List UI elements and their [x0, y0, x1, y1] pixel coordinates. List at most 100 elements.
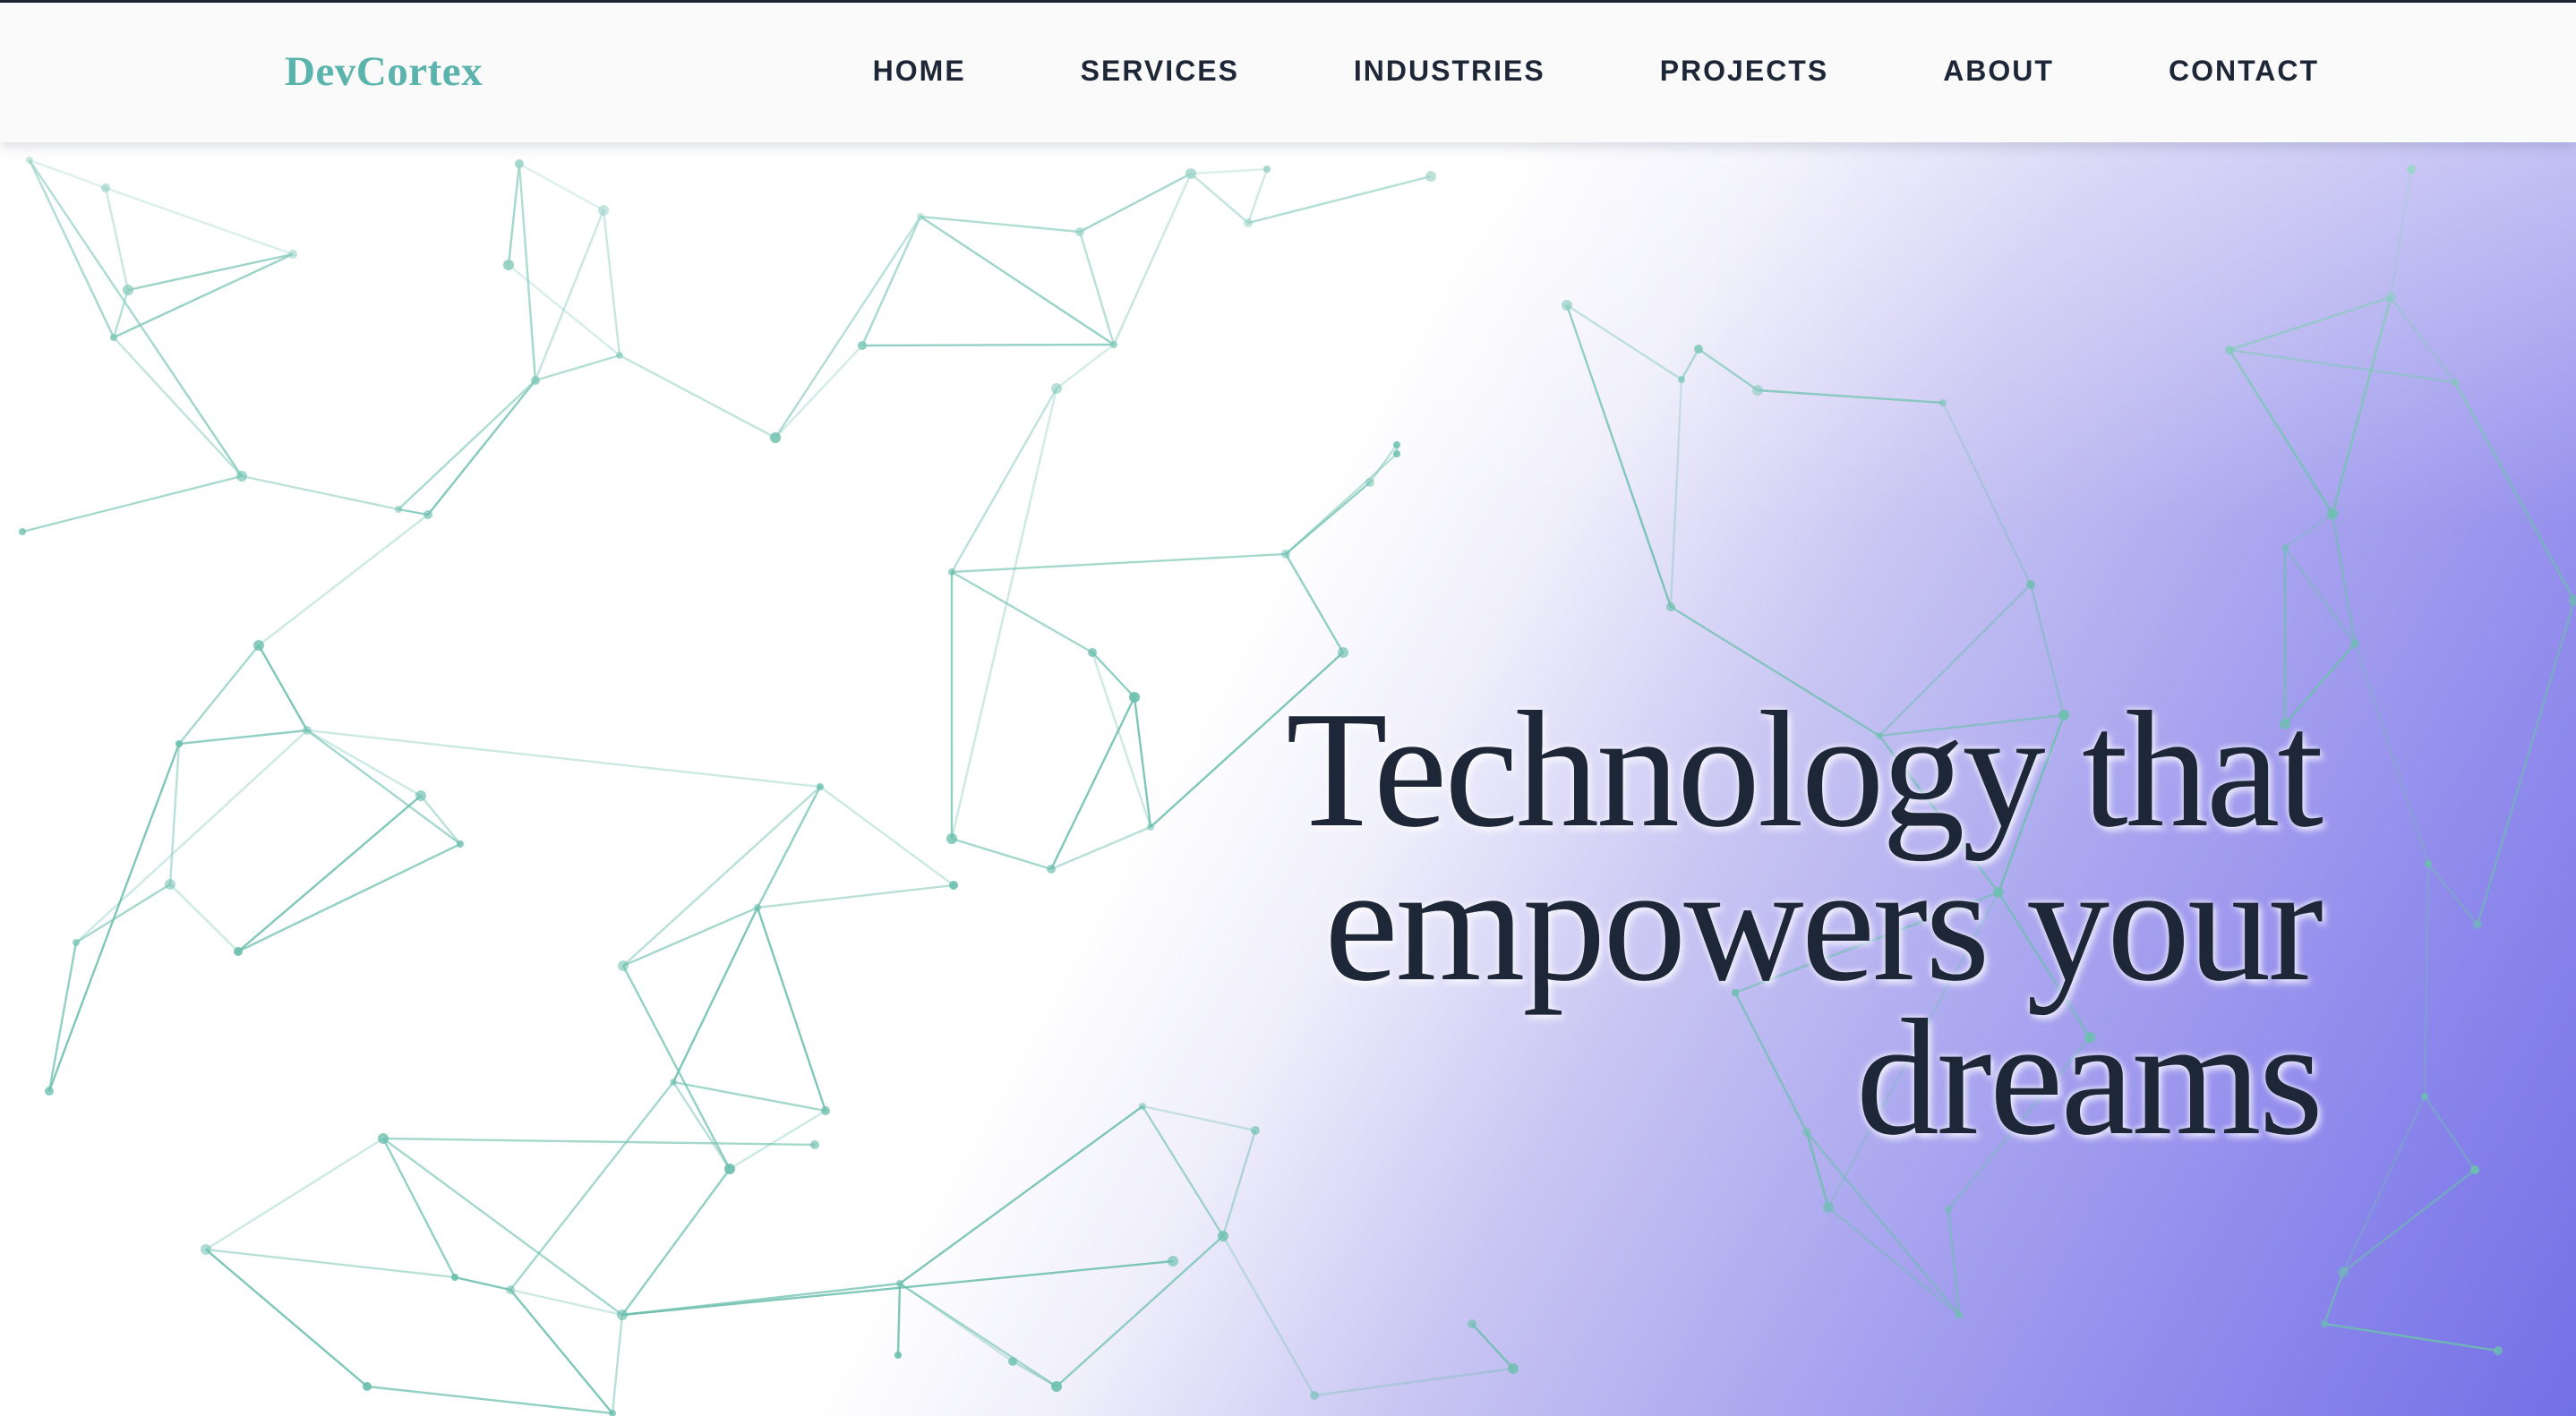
network-node [26, 157, 33, 164]
network-node [2338, 1267, 2349, 1277]
network-node [101, 183, 110, 192]
network-node [946, 833, 957, 844]
network-edge [757, 883, 954, 909]
network-node [1666, 602, 1675, 611]
network-node [1508, 1363, 1519, 1374]
network-edge [1369, 444, 1398, 483]
network-edge [2229, 348, 2456, 384]
network-edge [398, 380, 536, 510]
nav-link-about[interactable]: ABOUT [1943, 55, 2054, 88]
network-edge [1565, 304, 1673, 608]
network-node [617, 1309, 628, 1320]
network-edge [672, 1081, 732, 1170]
network-node [415, 790, 426, 801]
network-edge [950, 388, 1058, 573]
network-edge [1056, 344, 1115, 389]
network-node [1562, 300, 1572, 311]
network-edge [1079, 172, 1192, 234]
network-node [598, 205, 609, 216]
network-node [2569, 595, 2576, 606]
network-edge [454, 1275, 511, 1292]
network-edge [2228, 349, 2334, 515]
network-edge [382, 1137, 816, 1147]
network-edge [896, 1283, 902, 1356]
top-border-line [0, 0, 2576, 3]
network-edge [622, 786, 821, 967]
network-edge [619, 354, 776, 439]
network-edge [2323, 1271, 2345, 1325]
network-node [2327, 508, 2338, 519]
network-node [618, 960, 629, 971]
network-node [1752, 385, 1763, 396]
network-edge [1190, 173, 1249, 224]
nav-link-services[interactable]: SERVICES [1081, 55, 1239, 88]
network-edge [775, 345, 863, 439]
network-edge [241, 474, 399, 511]
network-node [894, 1352, 902, 1359]
network-node [2321, 1320, 2328, 1327]
network-node [1310, 1391, 1319, 1400]
network-edge [2389, 168, 2413, 298]
network-edge [602, 209, 621, 356]
nav-link-projects[interactable]: PROJECTS [1660, 55, 1828, 88]
network-node [2494, 1346, 2503, 1355]
network-node [1051, 1381, 1062, 1392]
network-edge [920, 215, 1081, 234]
network-edge [47, 743, 181, 1092]
network-edge [1947, 1208, 1961, 1316]
network-node [616, 352, 623, 359]
network-node [2452, 379, 2459, 386]
network-edge [729, 1109, 826, 1171]
network-node [1263, 166, 1271, 173]
network-node [451, 1274, 458, 1281]
network-node [1168, 1256, 1178, 1267]
network-node [175, 740, 183, 747]
nav-link-industries[interactable]: INDUSTRIES [1354, 55, 1545, 88]
nav-link-contact[interactable]: CONTACT [2169, 55, 2319, 88]
network-edge [75, 729, 308, 943]
network-edge [611, 1314, 624, 1414]
network-node [1008, 1357, 1017, 1366]
hero-headline-line-3: dreams [1855, 985, 2324, 1170]
network-edge [2476, 600, 2576, 926]
network-node [1244, 218, 1253, 227]
network-edge [1698, 348, 1759, 391]
network-edge [306, 729, 821, 789]
network-edge [2427, 863, 2478, 926]
network-edge [1566, 303, 1682, 381]
network-edge [622, 906, 758, 968]
network-edge [2331, 296, 2392, 515]
network-node [1365, 478, 1374, 487]
network-edge [104, 187, 130, 291]
network-edge [169, 883, 239, 952]
network-node [1075, 227, 1084, 236]
nav-link-home[interactable]: HOME [873, 55, 966, 88]
brand-logo[interactable]: DevCortex [285, 47, 483, 96]
network-edge [105, 186, 294, 256]
network-node [288, 250, 297, 259]
network-edge [2353, 643, 2430, 865]
network-edge [756, 907, 827, 1112]
network-node [123, 285, 133, 295]
network-node [110, 334, 117, 341]
network-node [896, 1280, 903, 1287]
network-node [363, 1382, 372, 1391]
network-edge [518, 163, 537, 381]
network-node [515, 159, 524, 168]
network-node [234, 947, 243, 956]
network-node [2407, 165, 2416, 174]
network-edge [518, 162, 604, 212]
network-node [1393, 441, 1400, 448]
network-node [506, 1285, 515, 1294]
network-node [45, 1087, 54, 1096]
network-node [1185, 168, 1196, 179]
network-edge [860, 216, 922, 346]
network-edge [1247, 175, 1432, 225]
network-edge [535, 354, 620, 382]
network-edge [398, 508, 429, 516]
network-edge [899, 1282, 1057, 1388]
network-edge [178, 644, 260, 745]
network-node [236, 471, 247, 482]
network-edge [2229, 295, 2392, 352]
network-edge [951, 570, 1093, 654]
